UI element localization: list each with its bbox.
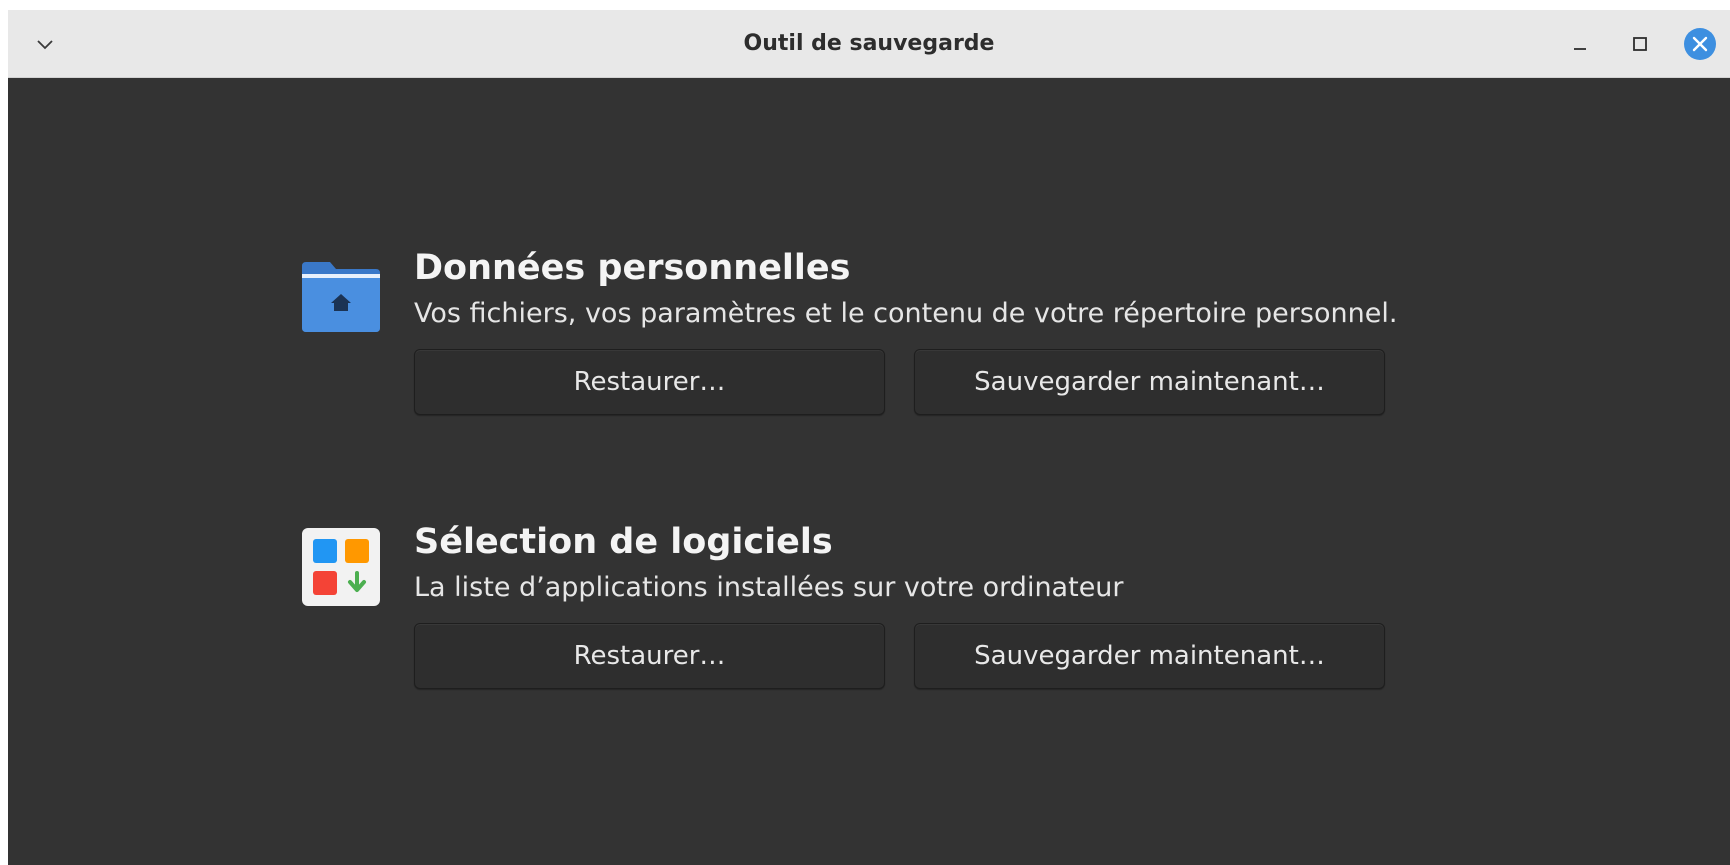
backup-software-selection-button[interactable]: Sauvegarder maintenant…	[914, 623, 1385, 689]
main-content: Données personnelles Vos fichiers, vos p…	[8, 78, 1730, 865]
restore-software-selection-button[interactable]: Restaurer…	[414, 623, 885, 689]
title-bar[interactable]: Outil de sauvegarde	[8, 10, 1730, 78]
home-folder-icon	[302, 262, 380, 332]
section-description: La liste d’applications installées sur v…	[414, 572, 1124, 603]
window-title: Outil de sauvegarde	[743, 31, 995, 56]
restore-personal-data-button[interactable]: Restaurer…	[414, 349, 885, 415]
section-title: Sélection de logiciels	[414, 522, 833, 562]
backup-personal-data-button[interactable]: Sauvegarder maintenant…	[914, 349, 1385, 415]
section-title: Données personnelles	[414, 248, 851, 288]
section-description: Vos fichiers, vos paramètres et le conte…	[414, 298, 1398, 329]
maximize-icon[interactable]	[1623, 27, 1657, 61]
app-window: Outil de sauvegarde Données personnelles…	[8, 10, 1730, 865]
software-selection-icon	[302, 528, 380, 606]
close-icon[interactable]	[1683, 27, 1717, 61]
minimize-icon[interactable]	[1563, 27, 1597, 61]
